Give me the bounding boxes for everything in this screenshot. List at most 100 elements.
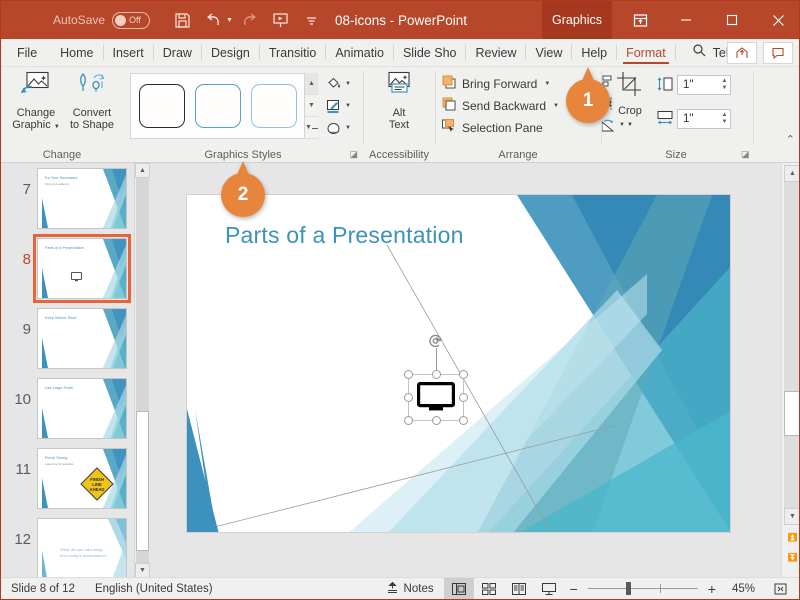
convert-to-shape-button[interactable]: Convert to Shape: [61, 70, 123, 142]
slide-title[interactable]: Parts of a Presentation: [225, 222, 464, 249]
size-dialog-launcher-icon[interactable]: ◪: [741, 149, 750, 160]
tab-file[interactable]: File: [1, 39, 51, 66]
tab-design[interactable]: Design: [202, 39, 259, 66]
close-button[interactable]: [755, 1, 799, 39]
outline-caret-icon[interactable]: ▼: [345, 103, 351, 109]
share-icon[interactable]: [727, 42, 757, 64]
reading-view-button[interactable]: [504, 578, 534, 600]
thumbnail-scroll-up-icon[interactable]: ▲: [135, 163, 150, 178]
comment-icon[interactable]: [763, 42, 793, 64]
next-slide-icon[interactable]: ⏬: [784, 549, 799, 566]
undo-caret-icon[interactable]: ▼: [226, 17, 233, 24]
gallery-scroll-up-icon[interactable]: ▲: [305, 73, 318, 95]
gallery-scrollbar[interactable]: ▲ ▼ ▼: [304, 73, 318, 139]
tab-help[interactable]: Help: [572, 39, 616, 66]
notes-button[interactable]: Notes: [376, 581, 444, 597]
tab-draw[interactable]: Draw: [154, 39, 201, 66]
undo-icon[interactable]: [199, 6, 227, 34]
minimize-button[interactable]: [663, 1, 709, 39]
graphics-style-swatch-3[interactable]: [251, 84, 297, 128]
thumbnail-slide-8[interactable]: 8 Parts of a Presentation: [1, 234, 134, 305]
slide-pane-scrollbar[interactable]: ▲ ▼ ⏫ ⏬: [781, 163, 799, 578]
thumbnail-slide-12[interactable]: 12 What did you take away from today's p…: [1, 515, 134, 578]
selected-graphic-monitor[interactable]: [404, 334, 468, 425]
resize-handle-n[interactable]: [431, 370, 441, 379]
slide-scroll-thumb[interactable]: [784, 391, 799, 436]
fill-caret-icon[interactable]: ▼: [345, 81, 351, 87]
thumbnail-preview: Do Your Homework Know your audience.: [37, 168, 127, 229]
language-indicator[interactable]: English (United States): [85, 583, 223, 595]
selection-pane-button[interactable]: Selection Pane: [441, 117, 543, 139]
tab-slide-show[interactable]: Slide Sho: [394, 39, 466, 66]
graphics-outline-button[interactable]: ▼: [323, 95, 357, 117]
tab-home[interactable]: Home: [51, 39, 102, 66]
tab-review[interactable]: Review: [466, 39, 525, 66]
effects-caret-icon[interactable]: ▼: [345, 125, 351, 131]
graphics-effects-button[interactable]: ▼: [323, 117, 357, 139]
thumbnail-scroll-down-icon[interactable]: ▼: [135, 563, 150, 578]
resize-handle-w[interactable]: [404, 393, 413, 402]
slideshow-button[interactable]: [534, 578, 564, 600]
graphics-styles-gallery[interactable]: [130, 73, 318, 139]
thumbnail-slide-9[interactable]: 9 Keep Videos Short: [1, 305, 134, 375]
current-slide[interactable]: Parts of a Presentation: [186, 194, 731, 533]
autosave-switch[interactable]: Off: [112, 11, 151, 29]
gallery-scroll-down-icon[interactable]: ▼: [305, 95, 318, 117]
thumbnail-pane-scrollbar[interactable]: ▲ ▼: [134, 163, 150, 578]
resize-handle-se[interactable]: [459, 416, 468, 425]
rotate-handle-icon[interactable]: [427, 332, 445, 350]
tab-animations[interactable]: Animatio: [326, 39, 393, 66]
resize-handle-e[interactable]: [459, 393, 468, 402]
crop-button[interactable]: Crop ▼: [605, 70, 655, 142]
resize-handle-ne[interactable]: [459, 370, 468, 379]
zoom-track[interactable]: [587, 582, 698, 595]
normal-view-button[interactable]: [443, 577, 474, 599]
send-backward-caret-icon[interactable]: ▼: [553, 103, 559, 109]
bring-forward-button[interactable]: Bring Forward ▼: [441, 73, 550, 95]
shape-height-spinner[interactable]: ▲ ▼: [718, 75, 731, 95]
graphics-style-swatch-1[interactable]: [139, 84, 185, 128]
zoom-slider[interactable]: [587, 582, 698, 595]
save-icon[interactable]: [168, 6, 196, 34]
zoom-level-label[interactable]: 45%: [722, 583, 765, 595]
fit-to-window-icon[interactable]: [765, 578, 795, 600]
start-slideshow-icon[interactable]: [267, 6, 295, 34]
bring-forward-caret-icon[interactable]: ▼: [544, 81, 550, 87]
tab-format[interactable]: Format: [617, 39, 675, 66]
shape-width-spinner[interactable]: ▲ ▼: [718, 109, 731, 129]
contextual-tab-graphics[interactable]: Graphics: [542, 1, 612, 39]
resize-handle-sw[interactable]: [404, 416, 413, 425]
customize-quick-access-icon[interactable]: [298, 6, 326, 34]
send-backward-button[interactable]: Send Backward ▼: [441, 95, 559, 117]
resize-handle-s[interactable]: [431, 416, 441, 425]
convert-to-shape-icon: [75, 70, 109, 105]
tab-insert[interactable]: Insert: [104, 39, 153, 66]
graphics-styles-dialog-launcher-icon[interactable]: ◪: [349, 149, 358, 160]
thumbnail-slide-7[interactable]: 7 Do Your Homework Know your audience.: [1, 165, 134, 235]
zoom-in-button[interactable]: +: [702, 581, 722, 597]
resize-handle-nw[interactable]: [404, 370, 413, 379]
redo-icon[interactable]: [236, 6, 264, 34]
autosave-toggle[interactable]: AutoSave Off: [53, 11, 151, 29]
thumbnail-slide-10[interactable]: 10 Use Large Fonts: [1, 375, 134, 445]
ribbon-display-options-icon[interactable]: [618, 1, 662, 39]
tab-view[interactable]: View: [526, 39, 571, 66]
slide-scroll-up-icon[interactable]: ▲: [784, 165, 799, 182]
thumbnail-scroll-thumb[interactable]: [136, 411, 149, 551]
graphics-style-swatch-2[interactable]: [195, 84, 241, 128]
slide-indicator[interactable]: Slide 8 of 12: [1, 583, 85, 595]
slide-scroll-track[interactable]: [784, 182, 799, 508]
gallery-more-icon[interactable]: ▼: [305, 117, 318, 139]
zoom-out-button[interactable]: −: [564, 581, 584, 597]
zoom-thumb[interactable]: [625, 582, 631, 595]
slide-sorter-button[interactable]: [474, 578, 504, 600]
maximize-button[interactable]: [709, 1, 755, 39]
tab-transitions[interactable]: Transitio: [260, 39, 325, 66]
collapse-ribbon-icon[interactable]: ⌃: [786, 133, 795, 146]
change-graphic-button[interactable]: Change Graphic ▼: [5, 70, 67, 142]
thumbnail-slide-11[interactable]: 11 Finish Strong Leave time for question…: [1, 445, 134, 515]
previous-slide-icon[interactable]: ⏫: [784, 529, 799, 546]
alt-text-button[interactable]: Alt Text: [368, 70, 430, 142]
graphics-fill-button[interactable]: ▼: [323, 73, 357, 95]
slide-scroll-down-icon[interactable]: ▼: [784, 508, 799, 525]
